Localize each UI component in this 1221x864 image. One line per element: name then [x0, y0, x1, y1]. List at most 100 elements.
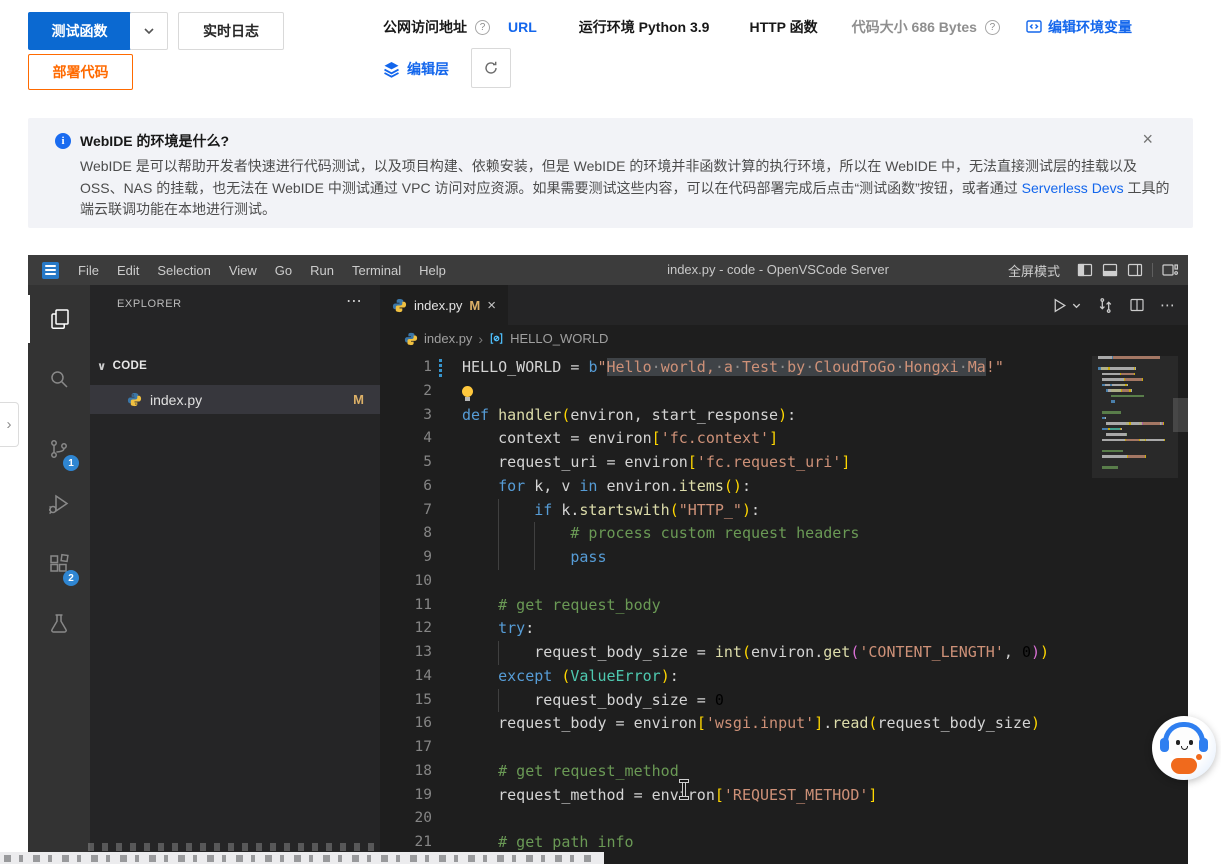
edit-env-vars-link[interactable]: 编辑环境变量 [1048, 17, 1132, 37]
mascot-mic [1196, 754, 1202, 760]
refresh-button[interactable] [471, 48, 511, 88]
edit-layers-link[interactable]: 编辑层 [407, 59, 449, 79]
menu-item-view[interactable]: View [220, 255, 266, 285]
code-size-label: 代码大小 686 Bytes [852, 17, 977, 37]
sidebar-item-testing[interactable] [28, 600, 90, 648]
code-line[interactable]: 18 # get request_method [380, 760, 1188, 784]
line-number: 6 [380, 475, 432, 499]
line-number: 17 [380, 736, 432, 760]
code-line[interactable]: 7 if k.startswith("HTTP_"): [380, 499, 1188, 523]
sidebar-item-search[interactable] [28, 355, 90, 403]
menu-item-terminal[interactable]: Terminal [343, 255, 410, 285]
customer-service-mascot[interactable] [1152, 716, 1216, 780]
code-line[interactable]: 9 pass [380, 546, 1188, 570]
code-line[interactable]: 14 except (ValueError): [380, 665, 1188, 689]
menu-item-help[interactable]: Help [410, 255, 455, 285]
line-number: 19 [380, 784, 432, 808]
line-number: 9 [380, 546, 432, 570]
code-line[interactable]: 19 request_method = environ['REQUEST_MET… [380, 784, 1188, 808]
menu-item-go[interactable]: Go [266, 255, 301, 285]
code-line[interactable]: 20 [380, 807, 1188, 831]
code-lines: 1HELLO_WORLD = b"Hello·world,·a·Test·by·… [380, 356, 1188, 855]
minimap[interactable] [1098, 356, 1172, 864]
close-icon[interactable]: × [487, 297, 496, 314]
env-vars-icon [1026, 20, 1042, 34]
lightbulb-icon[interactable] [462, 386, 473, 397]
code-line[interactable]: 1HELLO_WORLD = b"Hello·world,·a·Test·by·… [380, 356, 1188, 380]
split-editor-icon[interactable] [1129, 297, 1145, 313]
code-line[interactable]: 13 request_body_size = int(environ.get('… [380, 641, 1188, 665]
clipped-footer-artifact [88, 843, 374, 851]
breadcrumb-file[interactable]: index.py [424, 331, 472, 346]
test-function-button[interactable]: 测试函数 [28, 12, 131, 50]
line-number: 20 [380, 807, 432, 831]
close-icon[interactable]: × [1142, 131, 1153, 147]
explorer-sidebar: EXPLORER ⋯ ∨ CODE index.py M [90, 285, 380, 864]
code-line[interactable]: 12 try: [380, 617, 1188, 641]
code-line[interactable]: 10 [380, 570, 1188, 594]
code-editor[interactable]: 1HELLO_WORLD = b"Hello·world,·a·Test·by·… [380, 352, 1188, 864]
toggle-secondary-sidebar-icon[interactable] [1127, 262, 1143, 278]
more-actions-icon[interactable]: ⋯ [1160, 296, 1176, 314]
menu-item-run[interactable]: Run [301, 255, 343, 285]
deploy-code-button[interactable]: 部署代码 [28, 54, 133, 90]
code-line[interactable]: 17 [380, 736, 1188, 760]
code-line[interactable]: 4 context = environ['fc.context'] [380, 427, 1188, 451]
question-icon[interactable]: ? [475, 20, 490, 35]
sidebar-item-explorer[interactable] [28, 295, 90, 343]
breadcrumb[interactable]: index.py › HELLO_WORLD [380, 325, 1188, 352]
menu-item-edit[interactable]: Edit [108, 255, 148, 285]
line-number: 11 [380, 594, 432, 618]
line-number: 14 [380, 665, 432, 689]
code-line[interactable]: 2 [380, 380, 1188, 404]
code-line[interactable]: 5 request_uri = environ['fc.request_uri'… [380, 451, 1188, 475]
tree-file-indexpy[interactable]: index.py M [90, 385, 380, 414]
sidebar-item-source-control[interactable]: 1 [28, 425, 90, 473]
extensions-badge: 2 [63, 570, 79, 586]
sidebar-item-run-debug[interactable] [28, 480, 90, 528]
toggle-panel-icon[interactable] [1102, 262, 1118, 278]
tab-indexpy[interactable]: index.py M × [380, 285, 508, 325]
mascot-eye [1176, 740, 1180, 745]
clipped-footer-strip [0, 852, 604, 864]
mascot-eye [1189, 740, 1193, 745]
test-function-dropdown-button[interactable] [130, 12, 168, 50]
banner-body: WebIDE 是可以帮助开发者快速进行代码测试，以及项目构建、依赖安装，但是 W… [80, 156, 1175, 221]
breadcrumb-symbol[interactable]: HELLO_WORLD [510, 331, 608, 346]
menu-item-file[interactable]: File [69, 255, 108, 285]
serverless-devs-link[interactable]: Serverless Devs [1022, 180, 1124, 196]
code-line[interactable]: 6 for k, v in environ.items(): [380, 475, 1188, 499]
code-line[interactable]: 16 request_body = environ['wsgi.input'].… [380, 712, 1188, 736]
question-icon[interactable]: ? [985, 20, 1000, 35]
chevron-down-icon [142, 24, 156, 38]
chevron-right-icon: › [478, 331, 483, 347]
banner-title-row: i WebIDE 的环境是什么? [55, 131, 1167, 151]
editor-actions: ⋯ [1051, 285, 1176, 325]
menu-item-selection[interactable]: Selection [148, 255, 219, 285]
code-line[interactable]: 15 request_body_size = 0 [380, 689, 1188, 713]
code-line[interactable]: 8 # process custom request headers [380, 522, 1188, 546]
tree-folder-code[interactable]: ∨ CODE [90, 352, 380, 380]
menubar: FileEditSelectionViewGoRunTerminalHelp [69, 255, 455, 285]
sidebar-item-extensions[interactable]: 2 [28, 540, 90, 588]
open-changes-icon[interactable] [1097, 297, 1114, 314]
http-function-label: HTTP 函数 [749, 17, 817, 37]
line-number: 10 [380, 570, 432, 594]
modified-gutter-marker [439, 359, 442, 377]
code-line[interactable]: 11 # get request_body [380, 594, 1188, 618]
left-panel-expander[interactable]: › [0, 402, 19, 447]
tab-bar: index.py M × ⋯ [380, 285, 1188, 325]
fullscreen-label[interactable]: 全屏模式 [1008, 261, 1060, 280]
mascot-body [1171, 758, 1197, 774]
line-number: 15 [380, 689, 432, 713]
modified-badge: M [353, 392, 364, 407]
webide-info-banner: i WebIDE 的环境是什么? WebIDE 是可以帮助开发者快速进行代码测试… [28, 118, 1193, 228]
code-line[interactable]: 3def handler(environ, start_response): [380, 404, 1188, 428]
vertical-scrollbar[interactable] [1173, 398, 1188, 432]
realtime-log-button[interactable]: 实时日志 [178, 12, 284, 50]
url-link[interactable]: URL [508, 19, 537, 35]
run-python-button[interactable] [1051, 297, 1082, 314]
more-actions-icon[interactable]: ⋯ [346, 291, 362, 311]
toggle-sidebar-icon[interactable] [1077, 262, 1093, 278]
customize-layout-icon[interactable] [1162, 262, 1178, 278]
